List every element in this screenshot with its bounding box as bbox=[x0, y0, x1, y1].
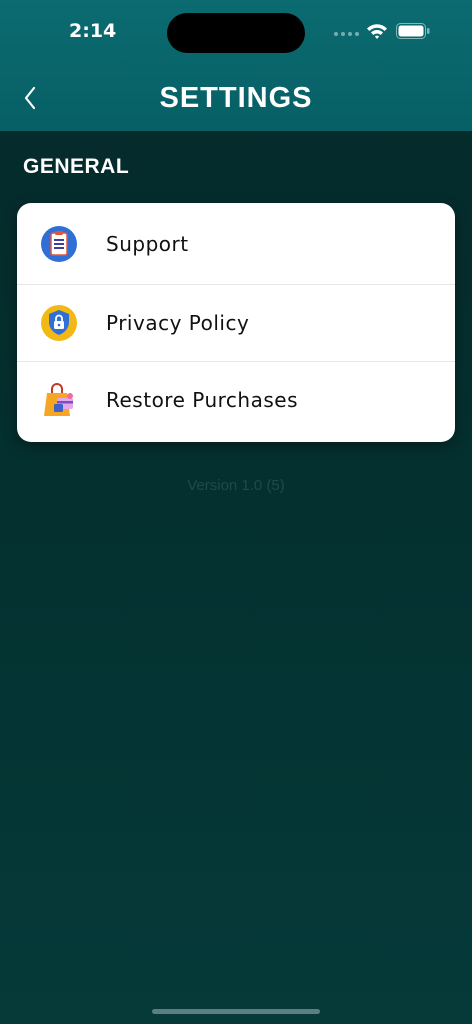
page-title: SETTINGS bbox=[159, 82, 313, 114]
settings-item-privacy-policy[interactable]: Privacy Policy bbox=[17, 284, 455, 361]
shield-lock-icon bbox=[39, 303, 79, 343]
app-version-text: Version 1.0 (5) bbox=[187, 477, 285, 494]
settings-item-label: Restore Purchases bbox=[106, 388, 298, 412]
settings-item-restore-purchases[interactable]: Restore Purchases bbox=[17, 361, 455, 438]
header-bar: 2:14 SETTINGS bbox=[0, 0, 472, 131]
dynamic-island bbox=[167, 13, 305, 53]
shopping-bag-icon bbox=[39, 380, 79, 420]
clipboard-icon bbox=[39, 224, 79, 264]
settings-list: Support Privacy Policy Restore Purchases bbox=[17, 203, 455, 442]
cellular-signal-icon bbox=[334, 32, 360, 38]
battery-icon bbox=[396, 23, 430, 44]
settings-item-support[interactable]: Support bbox=[17, 203, 455, 284]
status-time: 2:14 bbox=[69, 20, 117, 42]
status-bar: 2:14 bbox=[0, 0, 472, 60]
settings-item-label: Support bbox=[106, 231, 189, 256]
wifi-icon bbox=[366, 22, 388, 45]
section-header-general: GENERAL bbox=[23, 155, 130, 178]
settings-item-label: Privacy Policy bbox=[106, 311, 250, 335]
home-indicator[interactable] bbox=[152, 1009, 320, 1014]
navigation-bar: SETTINGS bbox=[0, 70, 472, 126]
